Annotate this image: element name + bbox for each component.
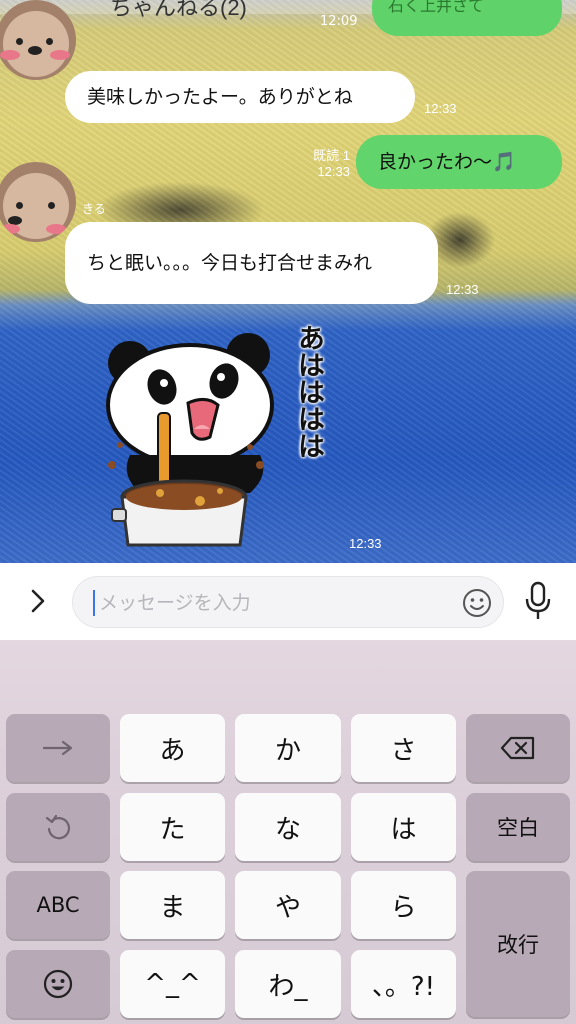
avatar-cheek (46, 224, 66, 234)
key-wa[interactable]: わ_ (235, 950, 341, 1018)
emoji-icon (43, 969, 73, 999)
message-text: ちと眠い。。。今日も打合せまみれ (87, 252, 373, 274)
key-ya[interactable]: や (235, 871, 341, 939)
key-sa[interactable]: さ (351, 714, 456, 782)
message-input-field[interactable] (72, 576, 504, 628)
header-right-partial: 石く上井さて (388, 0, 485, 15)
space-key[interactable]: 空白 (466, 793, 570, 861)
message-text: 美味しかったよー。ありがとね (87, 86, 353, 108)
enter-key[interactable]: 改行 (466, 871, 570, 1017)
message-time: 12:33 (446, 282, 479, 297)
avatar-eye (46, 38, 53, 45)
text-cursor (93, 590, 95, 616)
chevron-right-icon[interactable] (24, 587, 52, 615)
key-ra[interactable]: ら (351, 871, 456, 939)
undo-icon (45, 814, 71, 840)
key-punctuation[interactable]: 、。?! (351, 950, 456, 1018)
undo-key[interactable] (6, 793, 110, 861)
sender-name-partial: きる (82, 202, 106, 216)
emoji-key[interactable] (6, 950, 110, 1018)
chat-area[interactable]: ちゃんねる(2) 石く上井さて 12:09 美味しかったよー。ありがとね 12:… (0, 0, 576, 563)
key-ha[interactable]: は (351, 793, 456, 861)
backspace-icon (500, 736, 535, 760)
key-ka[interactable]: か (235, 714, 341, 782)
avatar-eye (16, 202, 23, 209)
read-count: 既読 1 (313, 148, 350, 163)
message-time: 12:09 (320, 14, 358, 29)
avatar-cheek (0, 224, 20, 234)
message-input-bar (0, 563, 576, 640)
keyboard: あ か さ た な は 空白 ABC ま や ら 改行 ^_^ わ_ 、。?! (0, 640, 576, 1024)
key-face[interactable]: ^_^ (120, 950, 225, 1018)
message-bubble-received[interactable]: ちと眠い。。。今日も打合せまみれ (65, 222, 438, 304)
sticker-caption: あはははは (293, 324, 324, 459)
read-receipt: 既読 1 12:33 (300, 148, 350, 180)
avatar-cheek (0, 50, 20, 60)
message-time: 12:33 (317, 164, 350, 179)
message-bubble-sent[interactable]: 良かったわ〜🎵 (356, 135, 562, 189)
abc-key[interactable]: ABC (6, 871, 110, 939)
message-input[interactable] (99, 585, 459, 621)
message-time: 12:33 (424, 101, 457, 116)
arrow-right-icon (42, 740, 73, 756)
avatar-nose (28, 46, 42, 55)
avatar-cheek (50, 50, 70, 60)
avatar-eye (16, 38, 23, 45)
microphone-icon[interactable] (522, 579, 554, 623)
next-candidate-key[interactable] (6, 714, 110, 782)
message-time: 12:33 (349, 536, 382, 551)
contact-avatar[interactable] (0, 162, 76, 242)
smile-icon[interactable] (461, 587, 493, 619)
key-na[interactable]: な (235, 793, 341, 861)
key-ma[interactable]: ま (120, 871, 225, 939)
key-ta[interactable]: た (120, 793, 225, 861)
header-title-partial: ちゃんねる(2) (110, 0, 247, 20)
backspace-key[interactable] (466, 714, 570, 782)
key-a[interactable]: あ (120, 714, 225, 782)
avatar-eye (48, 202, 55, 209)
message-text: 良かったわ〜🎵 (378, 151, 516, 173)
message-bubble-received[interactable]: 美味しかったよー。ありがとね (65, 71, 415, 123)
